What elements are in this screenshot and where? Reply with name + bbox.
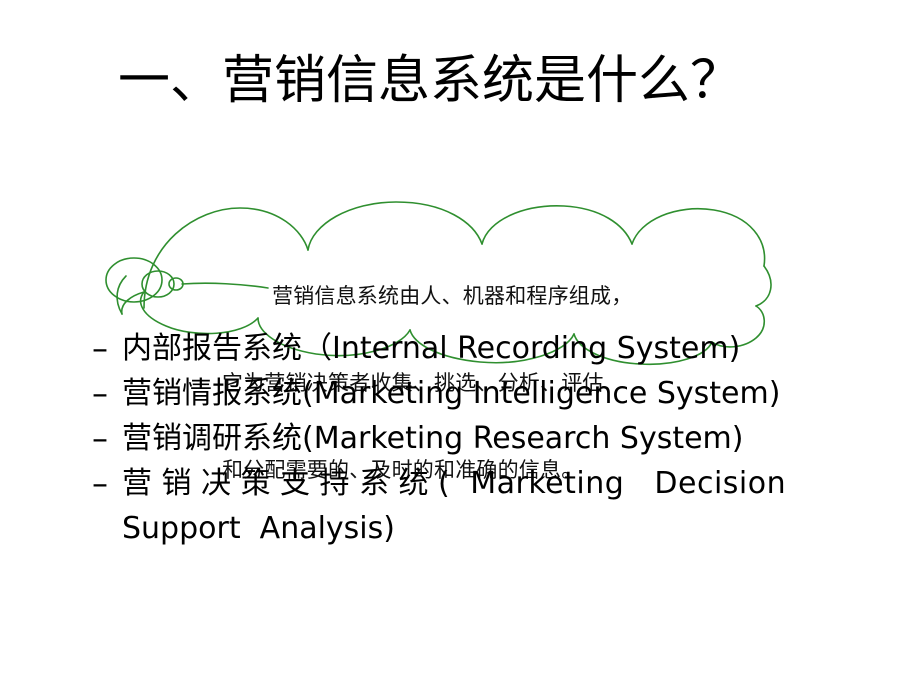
page-title: 一、营销信息系统是什么？	[118, 51, 743, 111]
bullet-dash-icon: –	[92, 329, 108, 367]
bullet-list: – 内部报告系统（Internal Recording System) – 营销…	[92, 326, 862, 551]
cloud-arc-right-1	[755, 265, 772, 307]
list-item-label-cn: 营销调研系统	[122, 421, 302, 456]
list-item-body: 营销决策支持系统( Marketing Decision	[122, 461, 862, 506]
cloud-arc-left-2	[116, 275, 127, 315]
list-item: – 内部报告系统（Internal Recording System)	[92, 326, 862, 371]
cloud-arc-left-1	[120, 291, 145, 315]
bullet-dash-icon: –	[92, 374, 108, 412]
list-item-body: 内部报告系统（Internal Recording System)	[122, 326, 862, 371]
list-item: – 营销情报系统(Marketing Intelligence System)	[92, 371, 862, 416]
list-item: – 营销调研系统(Marketing Research System)	[92, 416, 862, 461]
bullet-dash-icon: –	[92, 419, 108, 457]
slide-canvas: 一、营销信息系统是什么？ 营销信息系统由人、机器和程序组成， 它为营销决策者收集…	[0, 0, 920, 690]
list-item-label-en: ( Marketing Decision	[438, 466, 787, 501]
list-item-label-cn: 内部报告系统（	[122, 331, 332, 366]
list-item-body: 营销调研系统(Marketing Research System)	[122, 416, 862, 461]
list-item: – 营销决策支持系统( Marketing Decision Support A…	[92, 461, 862, 551]
list-item-label-cn: 营销决策支持系统	[122, 466, 438, 501]
list-item-label-en: (Marketing Research System)	[302, 421, 744, 456]
list-item-label-en: (Marketing Intelligence System)	[302, 376, 781, 411]
list-item-body: 营销情报系统(Marketing Intelligence System)	[122, 371, 862, 416]
list-item-wrap-line: Support Analysis)	[122, 511, 395, 546]
list-item-label-en: Internal Recording System)	[332, 331, 741, 366]
cloud-tail-bubble-small	[168, 277, 184, 291]
cloud-tail-bubble-medium	[141, 270, 175, 298]
list-item-label-cn: 营销情报系统	[122, 376, 302, 411]
bullet-dash-icon: –	[92, 464, 108, 502]
callout-line-1: 营销信息系统由人、机器和程序组成，	[272, 284, 633, 308]
cloud-tail-bubble-large	[105, 257, 163, 303]
